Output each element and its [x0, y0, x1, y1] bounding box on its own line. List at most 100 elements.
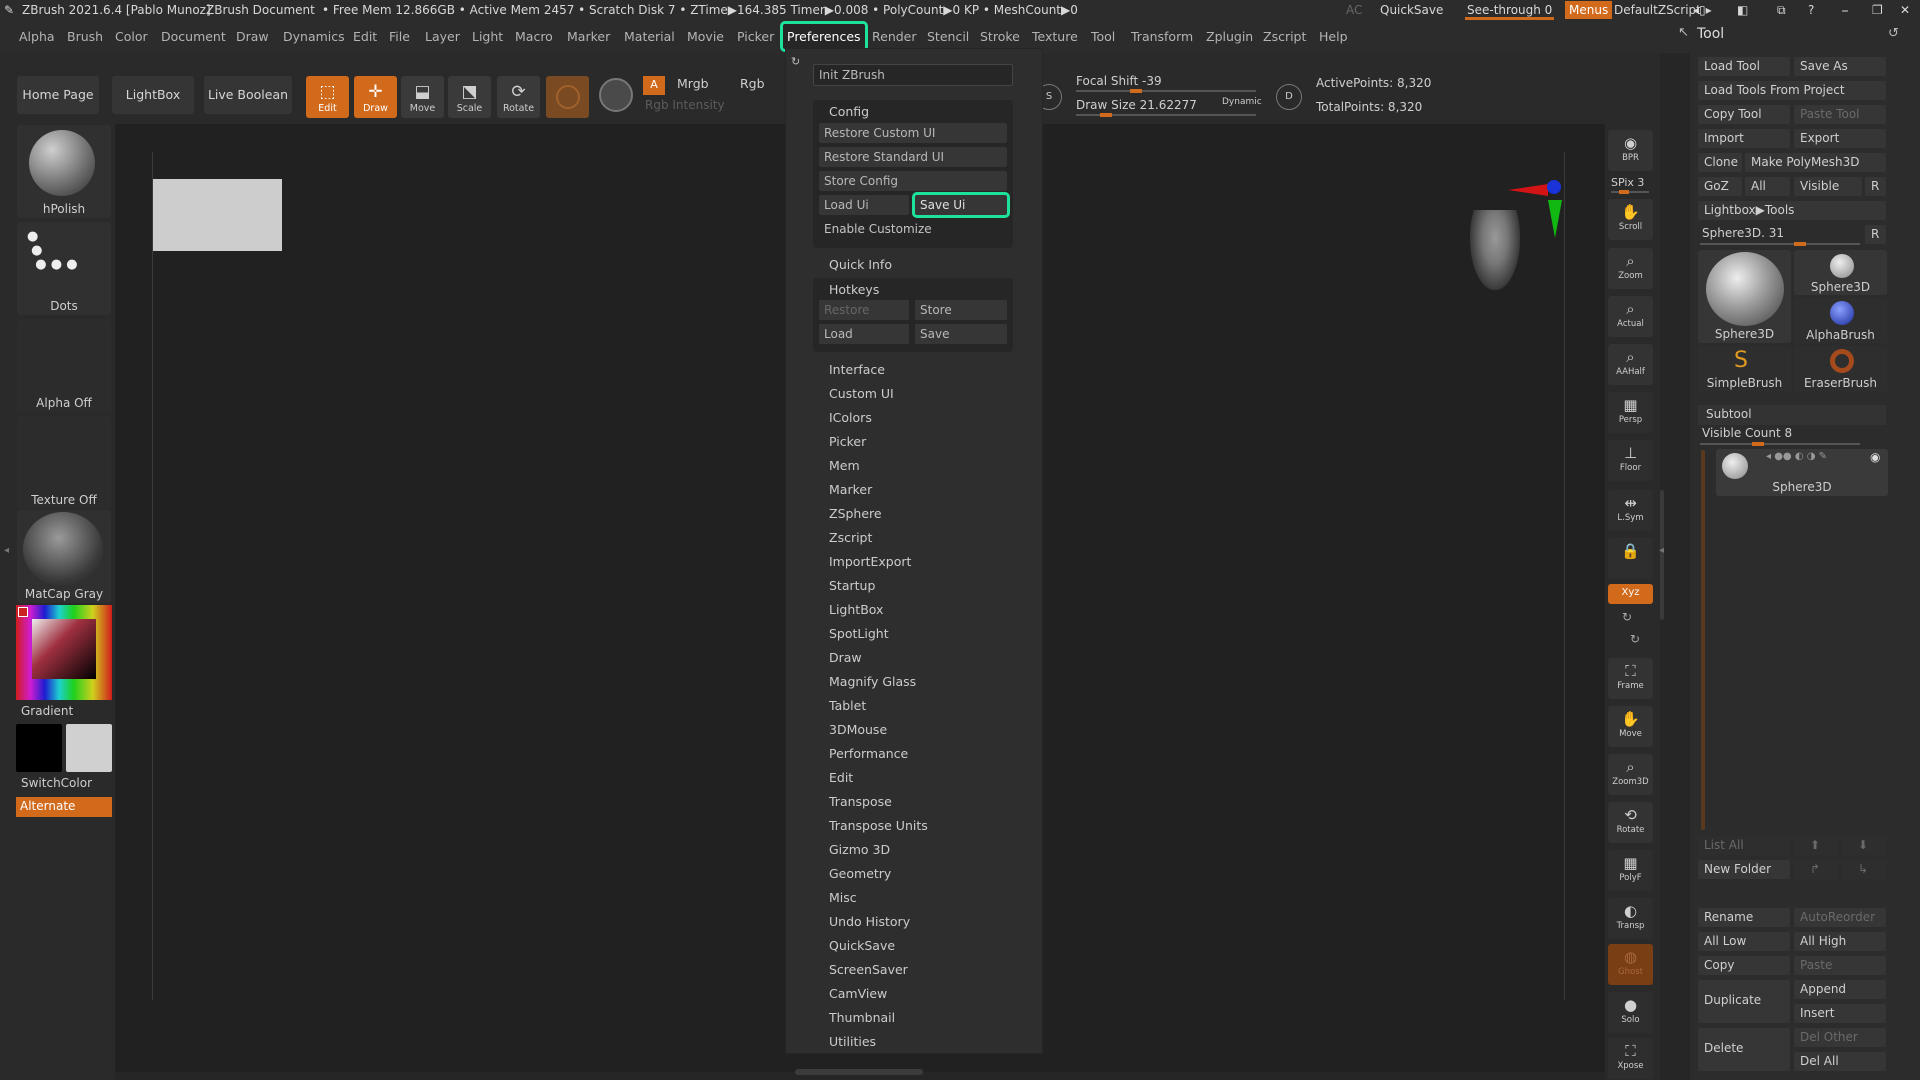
pref-utilities[interactable]: Utilities [829, 1034, 876, 1049]
refresh-prefs-icon[interactable]: ↻ [791, 55, 800, 68]
gizmo-z-axis-icon[interactable] [1547, 180, 1561, 194]
pref-draw[interactable]: Draw [829, 650, 862, 665]
menus-toggle[interactable]: Menus [1565, 1, 1613, 19]
restore-icon[interactable]: ❐ [1872, 3, 1883, 17]
menu-material[interactable]: Material [624, 29, 675, 44]
pref-camview[interactable]: CamView [829, 986, 887, 1001]
tool-thumb-alphabrush[interactable]: AlphaBrush [1794, 298, 1887, 343]
save-as-button[interactable]: Save As [1794, 57, 1886, 76]
navigation-thumbnail[interactable] [153, 179, 282, 251]
gradient-label[interactable]: Gradient [21, 704, 73, 718]
close-icon[interactable]: ✕ [1900, 3, 1910, 17]
menu-dynamics[interactable]: Dynamics [283, 29, 345, 44]
clone-button[interactable]: Clone [1698, 153, 1742, 172]
ui-layout-icon[interactable]: ⧉ [1777, 3, 1786, 18]
pref-geometry[interactable]: Geometry [829, 866, 891, 881]
menu-movie[interactable]: Movie [687, 29, 724, 44]
hotkeys-store-button[interactable]: Store [915, 300, 1007, 320]
pref-gizmo-3d[interactable]: Gizmo 3D [829, 842, 890, 857]
brush-thumbnail[interactable]: hPolish [17, 125, 111, 218]
zoom3d-button[interactable]: ⌕ Zoom3D [1608, 754, 1653, 795]
quicksave-button[interactable]: QuickSave [1380, 3, 1443, 17]
current-tool-slider[interactable]: Sphere3D. 31 [1702, 226, 1784, 240]
restore-standard-ui-button[interactable]: Restore Standard UI [819, 147, 1007, 167]
rgb-button[interactable]: Rgb [740, 76, 765, 91]
duplicate-button[interactable]: Duplicate [1698, 980, 1790, 1023]
draw-mode-button[interactable]: ✛ Draw [354, 76, 397, 118]
rotate-mode-button[interactable]: ⟳ Rotate [497, 76, 540, 118]
menu-brush[interactable]: Brush [67, 29, 103, 44]
see-through-slider[interactable]: See-through 0 [1465, 3, 1555, 20]
mrgb-button[interactable]: Mrgb [677, 76, 709, 91]
del-other-button[interactable]: Del Other [1794, 1028, 1886, 1047]
pref-interface[interactable]: Interface [829, 362, 885, 377]
hotkeys-header[interactable]: Hotkeys [829, 282, 879, 297]
eye-icon[interactable]: ◉ [1870, 450, 1880, 464]
zoom-button[interactable]: ⌕ Zoom [1608, 248, 1653, 289]
copy-tool-button[interactable]: Copy Tool [1698, 105, 1790, 124]
store-config-button[interactable]: Store Config [819, 171, 1007, 191]
pref-importexport[interactable]: ImportExport [829, 554, 911, 569]
pref-startup[interactable]: Startup [829, 578, 875, 593]
menu-stroke[interactable]: Stroke [980, 29, 1020, 44]
pref-spotlight[interactable]: SpotLight [829, 626, 889, 641]
pref-marker[interactable]: Marker [829, 482, 872, 497]
export-button[interactable]: Export [1794, 129, 1886, 148]
tool-thumb-sphere3d-large[interactable]: Sphere3D [1698, 250, 1791, 343]
help-icon[interactable]: ? [1808, 3, 1814, 17]
lsym-button[interactable]: ⇹ L.Sym [1608, 490, 1653, 531]
menu-marker[interactable]: Marker [567, 29, 610, 44]
home-page-button[interactable]: Home Page [17, 76, 99, 114]
theme-toggle-icon[interactable]: ◧ [1737, 3, 1748, 17]
menu-alpha[interactable]: Alpha [19, 29, 55, 44]
all-high-button[interactable]: All High [1794, 932, 1886, 951]
goz-r-button[interactable]: R [1865, 177, 1886, 196]
secondary-color-swatch[interactable] [16, 724, 62, 772]
menu-zscript[interactable]: Zscript [1263, 29, 1306, 44]
rename-button[interactable]: Rename [1698, 908, 1790, 927]
autoreorder-button[interactable]: AutoReorder [1794, 908, 1886, 927]
del-all-button[interactable]: Del All [1794, 1052, 1886, 1071]
pref-magnify-glass[interactable]: Magnify Glass [829, 674, 916, 689]
menu-draw[interactable]: Draw [236, 29, 269, 44]
menu-stencil[interactable]: Stencil [927, 29, 969, 44]
color-picker[interactable] [16, 605, 112, 700]
frame-button[interactable]: ⛶ Frame [1608, 658, 1653, 699]
pref-transpose-units[interactable]: Transpose Units [829, 818, 928, 833]
move-mode-button[interactable]: ⬓ Move [401, 76, 444, 118]
menu-transform[interactable]: Transform [1131, 29, 1193, 44]
pref-lightbox[interactable]: LightBox [829, 602, 883, 617]
rgb-intensity-slider[interactable]: Rgb Intensity [645, 98, 725, 112]
restore-custom-ui-button[interactable]: Restore Custom UI [819, 123, 1007, 143]
make-polymesh3d-button[interactable]: Make PolyMesh3D [1745, 153, 1886, 172]
enable-customize-button[interactable]: Enable Customize [819, 219, 1007, 239]
move-up-icon[interactable]: ⬆ [1794, 836, 1838, 855]
transp-button[interactable]: ◐ Transp [1608, 898, 1653, 939]
menu-help[interactable]: Help [1319, 29, 1348, 44]
init-zbrush-button[interactable]: Init ZBrush [813, 64, 1013, 86]
gizmo-y-axis-icon[interactable] [1548, 200, 1562, 238]
material-thumbnail[interactable]: MatCap Gray [17, 510, 111, 603]
move-view-button[interactable]: ✋ Move [1608, 706, 1653, 747]
tool-r-button[interactable]: R [1865, 225, 1886, 244]
pref-zscript[interactable]: Zscript [829, 530, 872, 545]
persp-button[interactable]: ▦ Persp [1608, 392, 1653, 433]
bpr-button[interactable]: ◉ BPR [1608, 130, 1653, 171]
menu-document[interactable]: Document [161, 29, 226, 44]
polyf-button[interactable]: ▦ PolyF [1608, 850, 1653, 891]
main-color-swatch[interactable] [66, 724, 112, 772]
menu-macro[interactable]: Macro [515, 29, 553, 44]
hotkeys-save-button[interactable]: Save [915, 324, 1007, 344]
menu-file[interactable]: File [389, 29, 410, 44]
lightbox-tools-button[interactable]: Lightbox▶Tools [1698, 201, 1886, 220]
menu-render[interactable]: Render [872, 29, 917, 44]
subtool-icons[interactable]: ◂ ●● ◐ ◑ ✎ [1766, 451, 1827, 462]
default-zscript-button[interactable]: DefaultZScript [1614, 3, 1701, 17]
pref-tablet[interactable]: Tablet [829, 698, 866, 713]
quick-info-item[interactable]: Quick Info [829, 257, 892, 272]
goz-button[interactable]: GoZ [1698, 177, 1742, 196]
menu-light[interactable]: Light [472, 29, 503, 44]
all-low-button[interactable]: All Low [1698, 932, 1790, 951]
pref-custom-ui[interactable]: Custom UI [829, 386, 894, 401]
list-all-button[interactable]: List All [1698, 836, 1790, 855]
